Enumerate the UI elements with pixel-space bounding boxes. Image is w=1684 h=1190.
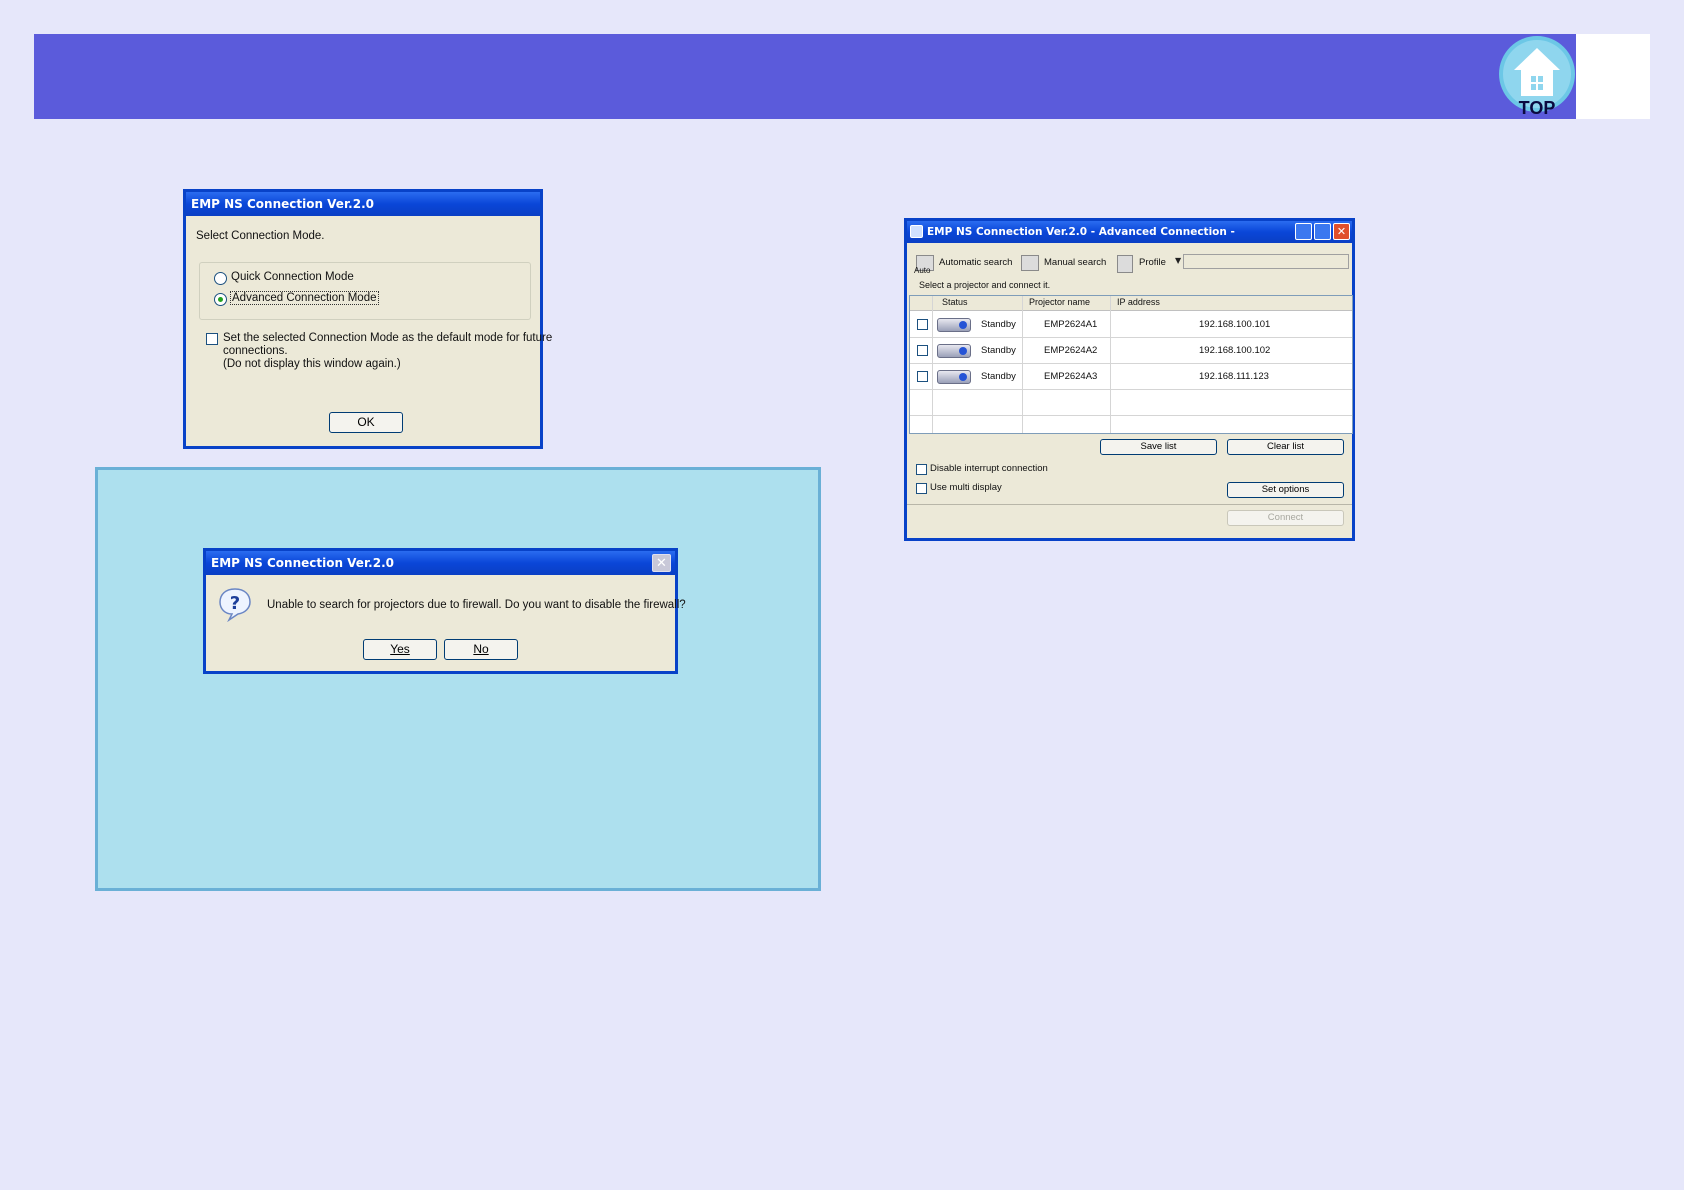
row-projector-name: EMP2624A1 [1044,319,1098,330]
row-ip-address: 192.168.100.101 [1199,319,1271,330]
auto-icon-text: Auto [914,266,931,275]
ok-button[interactable]: OK [329,412,403,433]
dialog-prompt: Select Connection Mode. [196,230,325,242]
top-button-label: TOP [1518,98,1556,118]
advanced-mode-radio[interactable] [214,293,227,306]
grid-divider [910,415,1352,416]
set-options-button[interactable]: Set options [1227,482,1344,498]
clear-list-button[interactable]: Clear list [1227,439,1344,455]
default-mode-label-2: connections. [223,345,288,357]
top-button[interactable]: TOP [1498,34,1576,118]
note-box [95,467,821,891]
app-icon [910,225,923,238]
row-status: Standby [981,319,1016,330]
window-titlebar: EMP NS Connection Ver.2.0 - Advanced Con… [907,221,1352,243]
column-ip-address[interactable]: IP address [1117,297,1160,307]
profile-icon[interactable] [1117,255,1133,273]
row-status: Standby [981,345,1016,356]
projector-list[interactable]: Status Projector name IP address Standby… [909,295,1353,434]
row-status: Standby [981,371,1016,382]
profile-button[interactable]: Profile [1139,257,1166,268]
divider [907,504,1352,505]
svg-text:?: ? [230,593,240,614]
default-mode-checkbox[interactable] [206,333,218,345]
disable-interrupt-label: Disable interrupt connection [930,463,1048,474]
row-projector-name: EMP2624A2 [1044,345,1098,356]
yes-button[interactable]: Yes [363,639,437,660]
close-icon[interactable]: ✕ [1333,223,1350,240]
close-icon[interactable]: ✕ [652,554,671,572]
grid-divider [910,337,1352,338]
quick-mode-label[interactable]: Quick Connection Mode [231,271,354,283]
question-icon: ? [219,588,251,622]
connection-mode-dialog: EMP NS Connection Ver.2.0 Select Connect… [183,189,552,449]
projector-icon [937,344,971,358]
advanced-connection-window: EMP NS Connection Ver.2.0 - Advanced Con… [904,218,1355,541]
page-number-area [1576,34,1650,119]
profile-path-field[interactable] [1183,254,1349,269]
chevron-down-icon[interactable]: ▼ [1175,256,1181,265]
row-checkbox[interactable] [917,371,928,382]
manual-search-button[interactable]: Manual search [1044,257,1106,268]
minimize-icon[interactable] [1295,223,1312,240]
grid-divider [1022,296,1023,433]
manual-search-icon[interactable] [1021,255,1039,271]
firewall-dialog: EMP NS Connection Ver.2.0 ✕ ? Unable to … [203,548,686,674]
row-checkbox[interactable] [917,319,928,330]
disable-interrupt-checkbox[interactable] [916,464,927,475]
row-ip-address: 192.168.100.102 [1199,345,1271,356]
grid-divider [1110,296,1111,433]
dialog-title: EMP NS Connection Ver.2.0 [186,192,540,216]
default-mode-label-1: Set the selected Connection Mode as the … [223,332,553,344]
row-checkbox[interactable] [917,345,928,356]
row-ip-address: 192.168.111.123 [1199,371,1269,382]
window-title: EMP NS Connection Ver.2.0 - Advanced Con… [927,226,1235,238]
multi-display-label: Use multi display [930,482,1002,493]
firewall-message: Unable to search for projectors due to f… [267,599,686,611]
default-mode-label-3: (Do not display this window again.) [223,358,401,370]
header-banner [34,34,1650,119]
row-projector-name: EMP2624A3 [1044,371,1098,382]
projector-icon [937,318,971,332]
grid-divider [932,296,933,433]
projector-icon [937,370,971,384]
dialog-title: EMP NS Connection Ver.2.0 [206,551,675,575]
instruction-text: Select a projector and connect it. [919,280,1051,290]
no-button[interactable]: No [444,639,518,660]
multi-display-checkbox[interactable] [916,483,927,494]
maximize-icon[interactable] [1314,223,1331,240]
connect-button[interactable]: Connect [1227,510,1344,526]
save-list-button[interactable]: Save list [1100,439,1217,455]
column-projector-name[interactable]: Projector name [1029,297,1090,307]
quick-mode-radio[interactable] [214,272,227,285]
advanced-mode-label[interactable]: Advanced Connection Mode [230,291,379,305]
grid-divider [910,389,1352,390]
column-status[interactable]: Status [942,297,968,307]
automatic-search-button[interactable]: Automatic search [939,257,1012,268]
grid-divider [910,363,1352,364]
